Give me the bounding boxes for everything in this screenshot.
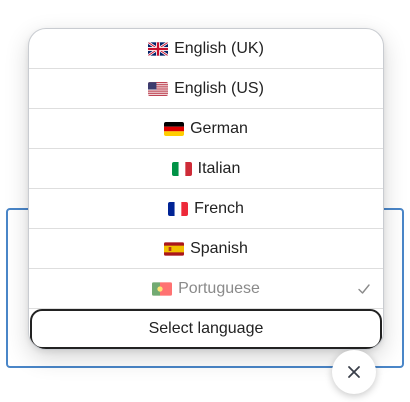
select-language-button[interactable]: Select language [30,309,382,349]
language-label: English (UK) [174,39,264,57]
close-icon [348,366,360,378]
language-option-italian[interactable]: Italian [29,149,383,189]
language-option-german[interactable]: German [29,109,383,149]
language-option-french[interactable]: French [29,189,383,229]
language-label: Italian [197,159,241,177]
close-button[interactable] [332,350,376,394]
checkmark-icon [357,282,371,296]
language-label: English (US) [174,79,264,97]
us-flag-icon [148,81,169,96]
uk-flag-icon [148,41,169,56]
germany-flag-icon [164,121,185,136]
language-option-english-uk[interactable]: English (UK) [29,29,383,69]
language-label: Spanish [190,239,248,257]
language-label: French [194,199,244,217]
language-option-english-us[interactable]: English (US) [29,69,383,109]
portugal-flag-icon [152,281,173,296]
italy-flag-icon [171,161,192,176]
language-dropdown: English (UK) English (US) German Italian… [28,28,384,350]
language-option-portuguese[interactable]: Portuguese [29,269,383,309]
france-flag-icon [168,201,189,216]
language-label: Portuguese [178,279,260,297]
language-label: German [190,119,248,137]
spain-flag-icon [164,241,185,256]
language-option-spanish[interactable]: Spanish [29,229,383,269]
